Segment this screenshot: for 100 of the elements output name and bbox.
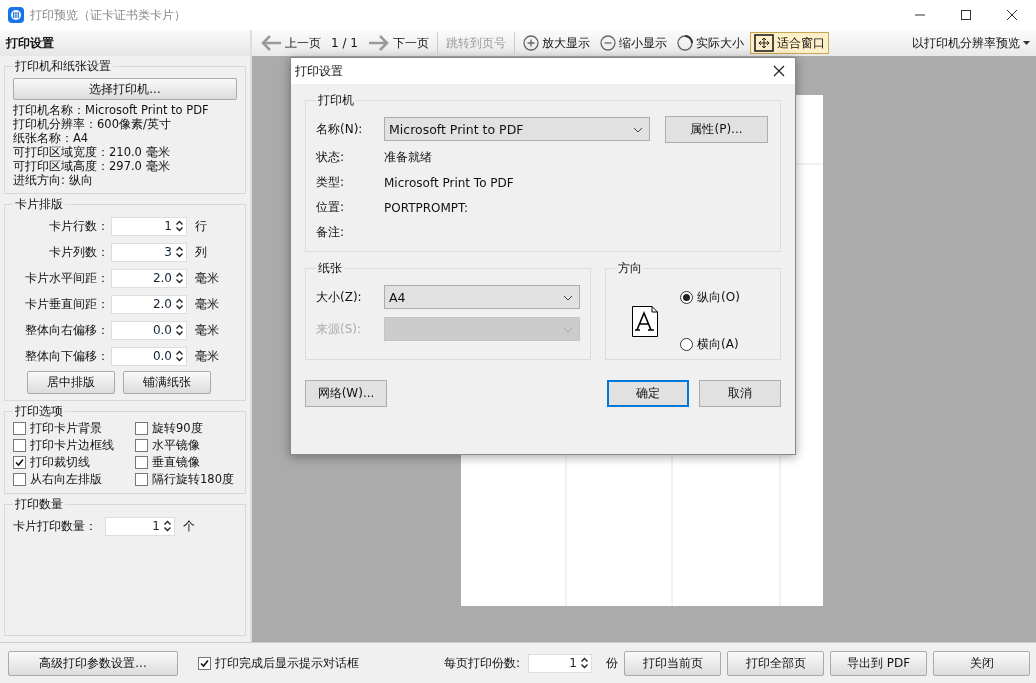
unit-label: 列 [195,243,207,261]
network-button[interactable]: 网络(W)... [305,380,387,407]
maximize-icon[interactable] [960,9,972,21]
number-field[interactable]: 1 [111,216,187,236]
zoom-out-icon [599,35,616,51]
layout-button[interactable]: 居中排版 [27,371,115,394]
spin-arrows-icon[interactable] [176,324,183,336]
field-label: 大小(Z): [316,288,363,306]
orientation-radio[interactable]: 纵向(O) [680,289,740,306]
option-checkbox[interactable]: 打印卡片背景 [13,421,135,436]
toolbar-button[interactable]: 放大显示 [518,32,594,54]
select-printer-button[interactable]: 选择打印机... [13,78,237,100]
layout-button[interactable]: 铺满纸张 [123,371,211,394]
number-field[interactable]: 0.0 [111,346,187,366]
spin-arrows-icon[interactable] [176,350,183,362]
group-title: 打印机和纸张设置 [14,58,112,75]
action-button[interactable]: 打印全部页 [727,650,824,676]
ok-button[interactable]: 确定 [607,380,689,407]
spin-arrows-icon[interactable] [176,220,183,232]
window-title: 打印预览（证卡证书类卡片） [30,6,186,24]
field-label: 整体向下偏移： [24,348,109,364]
field-label: 卡片行数： [48,218,109,234]
info-label: 备注: [316,224,346,241]
printer-info-text: 打印机分辨率：600像素/英寸 [13,117,172,131]
dialog-title: 打印设置 [295,62,343,80]
info-label: 位置: [316,199,346,216]
zoom-in-icon [522,35,539,51]
printer-info-text: 打印机名称：Microsoft Print to PDF [13,103,210,117]
circle-icon [676,35,693,51]
toolbar-button[interactable]: 下一页 [363,32,433,54]
field-label: 卡片垂直间距： [24,296,109,312]
unit-label: 毫米 [195,321,219,339]
number-field[interactable]: 1 [105,516,175,536]
option-checkbox[interactable]: 从右向左排版 [13,472,135,487]
fit-window-icon [753,34,774,52]
option-checkbox[interactable]: 水平镜像 [135,438,237,453]
chevron-down-icon [563,327,573,333]
unit-label: 份 [606,654,618,672]
info-value: 准备就绪 [384,149,432,166]
orientation-radio[interactable]: 横向(A) [680,336,740,353]
toolbar-button[interactable]: 缩小显示 [595,32,671,54]
panel-title: 打印设置 [0,30,250,56]
cancel-button[interactable]: 取消 [699,380,781,407]
field-label: 卡片水平间距： [24,270,109,286]
page-indicator: 1 / 1 [330,36,359,50]
left-arrow-icon [260,34,282,52]
toolbar-button[interactable]: 适合窗口 [749,32,829,54]
number-field[interactable]: 3 [111,242,187,262]
option-checkbox[interactable]: 隔行旋转180度 [135,472,237,487]
app-icon [8,7,24,23]
spin-arrows-icon[interactable] [176,246,183,258]
group-title: 打印数量 [14,496,64,513]
unit-label: 行 [195,217,207,235]
toolbar-button[interactable]: 上一页 [256,32,325,54]
portrait-page-icon [632,305,658,337]
number-field[interactable]: 1 [528,653,592,673]
chevron-down-icon [633,127,643,133]
field-label: 卡片列数： [48,244,109,260]
preview-mode-dropdown[interactable]: 以打印机分辨率预览 [906,33,1036,53]
group-title: 方向 [617,260,643,277]
printer-info-text: 纸张名称：A4 [13,131,90,145]
option-checkbox[interactable]: 垂直镜像 [135,455,237,470]
option-checkbox[interactable]: 打印裁切线 [13,455,135,470]
group-title: 打印选项 [14,403,64,420]
spin-arrows-icon[interactable] [581,657,588,669]
printer-dropdown[interactable]: Microsoft Print to PDF [384,117,650,141]
info-label: 类型: [316,174,346,191]
option-checkbox[interactable]: 旋转90度 [135,421,237,436]
printer-info-text: 进纸方向: 纵向 [13,173,94,187]
paper-size-dropdown[interactable]: A4 [384,285,580,309]
number-field[interactable]: 0.0 [111,320,187,340]
spin-arrows-icon[interactable] [176,272,183,284]
notify-checkbox[interactable]: 打印完成后显示提示对话框 [198,654,359,672]
chevron-down-icon [563,295,573,301]
advanced-settings-button[interactable]: 高级打印参数设置... [8,650,178,676]
printer-info-text: 可打印区域高度：297.0 毫米 [13,159,171,173]
field-label: 卡片打印数量： [13,518,98,534]
caret-icon [1023,41,1030,45]
checkmark-icon [15,458,24,467]
field-label: 每页打印份数: [443,654,520,672]
info-value: PORTPROMPT: [384,200,469,215]
unit-label: 个 [183,517,195,535]
spin-arrows-icon[interactable] [164,520,171,532]
right-arrow-icon [367,34,390,52]
close-icon[interactable] [1006,9,1018,21]
number-field[interactable]: 2.0 [111,294,187,314]
action-button[interactable]: 关闭 [933,650,1030,676]
properties-button[interactable]: 属性(P)... [665,115,768,143]
spin-arrows-icon[interactable] [176,298,183,310]
group-title: 打印机 [317,92,355,109]
unit-label: 毫米 [195,295,219,313]
option-checkbox[interactable]: 打印卡片边框线 [13,438,135,453]
number-field[interactable]: 2.0 [111,268,187,288]
toolbar-button[interactable]: 实际大小 [672,32,748,54]
action-button[interactable]: 导出到 PDF [830,650,927,676]
field-label: 整体向右偏移： [24,322,109,338]
info-value: Microsoft Print To PDF [384,175,514,190]
info-label: 状态: [316,149,346,166]
action-button[interactable]: 打印当前页 [624,650,721,676]
close-icon[interactable] [773,65,785,77]
